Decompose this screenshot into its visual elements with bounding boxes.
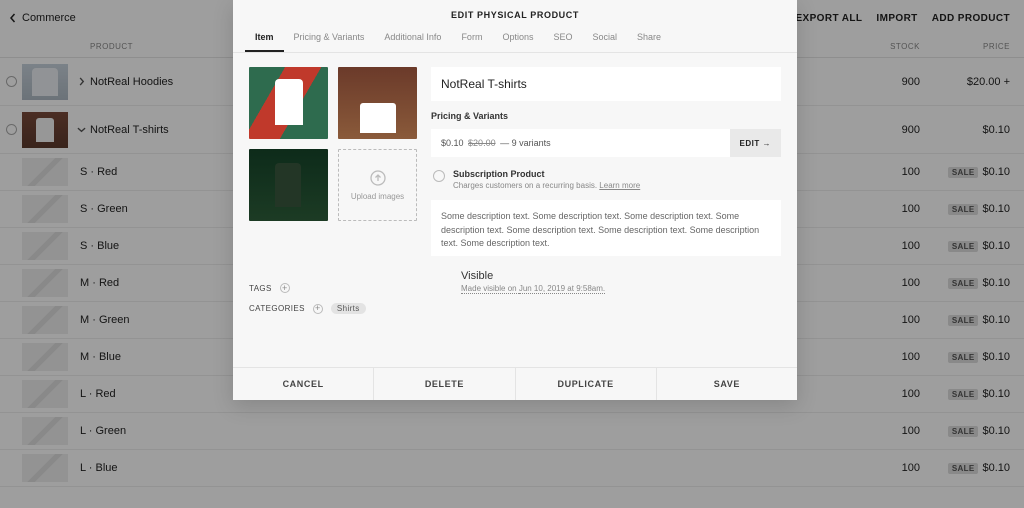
- variant-count: — 9 variants: [500, 138, 551, 148]
- subscription-toggle[interactable]: [433, 170, 445, 182]
- price-value: $0.10: [441, 138, 464, 148]
- product-name-input[interactable]: NotReal T-shirts: [431, 67, 781, 101]
- visibility-date: Jun 10, 2019 at 9:58am.: [519, 284, 605, 294]
- tags-label: TAGS: [249, 284, 272, 293]
- subscription-row[interactable]: Subscription Product Charges customers o…: [431, 165, 781, 192]
- cancel-button[interactable]: CANCEL: [233, 368, 373, 400]
- add-tag-button[interactable]: +: [280, 283, 290, 293]
- subscription-desc: Charges customers on a recurring basis. …: [453, 181, 640, 190]
- add-category-button[interactable]: +: [313, 304, 323, 314]
- upload-icon: [370, 170, 386, 186]
- learn-more-link[interactable]: Learn more: [599, 181, 640, 190]
- pricing-summary: $0.10 $20.00 — 9 variants: [431, 129, 730, 157]
- tab-form[interactable]: Form: [451, 24, 492, 52]
- save-button[interactable]: SAVE: [656, 368, 797, 400]
- delete-button[interactable]: DELETE: [373, 368, 514, 400]
- edit-product-modal: EDIT PHYSICAL PRODUCT ItemPricing & Vari…: [233, 0, 797, 400]
- upload-label: Upload images: [351, 192, 404, 201]
- categories-row: CATEGORIES + Shirts: [249, 303, 417, 314]
- visibility-label: Visible: [461, 270, 781, 282]
- original-price: $20.00: [468, 138, 496, 148]
- product-image[interactable]: [249, 149, 328, 221]
- tab-seo[interactable]: SEO: [543, 24, 582, 52]
- tab-item[interactable]: Item: [245, 24, 284, 52]
- categories-label: CATEGORIES: [249, 304, 305, 313]
- tab-options[interactable]: Options: [492, 24, 543, 52]
- tags-row: TAGS +: [249, 283, 417, 293]
- product-image[interactable]: [249, 67, 328, 139]
- visibility-when: Made visible on Jun 10, 2019 at 9:58am.: [461, 284, 781, 293]
- tab-additional-info[interactable]: Additional Info: [374, 24, 451, 52]
- tab-pricing-variants[interactable]: Pricing & Variants: [284, 24, 375, 52]
- modal-title: EDIT PHYSICAL PRODUCT: [233, 0, 797, 24]
- modal-right-column: NotReal T-shirts Pricing & Variants $0.1…: [431, 67, 781, 359]
- modal-footer: CANCEL DELETE DUPLICATE SAVE: [233, 367, 797, 400]
- subscription-title: Subscription Product: [453, 169, 640, 179]
- visibility-block[interactable]: Visible Made visible on Jun 10, 2019 at …: [431, 264, 781, 293]
- duplicate-button[interactable]: DUPLICATE: [515, 368, 656, 400]
- product-image[interactable]: [338, 67, 417, 139]
- modal-tabs: ItemPricing & VariantsAdditional InfoFor…: [233, 24, 797, 53]
- tab-social[interactable]: Social: [582, 24, 627, 52]
- pricing-variants-label: Pricing & Variants: [431, 109, 781, 121]
- description-input[interactable]: Some description text. Some description …: [431, 200, 781, 256]
- upload-images-button[interactable]: Upload images: [338, 149, 417, 221]
- modal-left-column: Upload images TAGS + CATEGORIES + Shirts: [249, 67, 417, 359]
- tab-share[interactable]: Share: [627, 24, 671, 52]
- category-pill[interactable]: Shirts: [331, 303, 366, 314]
- pricing-variants-row: $0.10 $20.00 — 9 variants EDIT →: [431, 129, 781, 157]
- image-grid: Upload images: [249, 67, 417, 221]
- edit-variants-button[interactable]: EDIT →: [730, 129, 781, 157]
